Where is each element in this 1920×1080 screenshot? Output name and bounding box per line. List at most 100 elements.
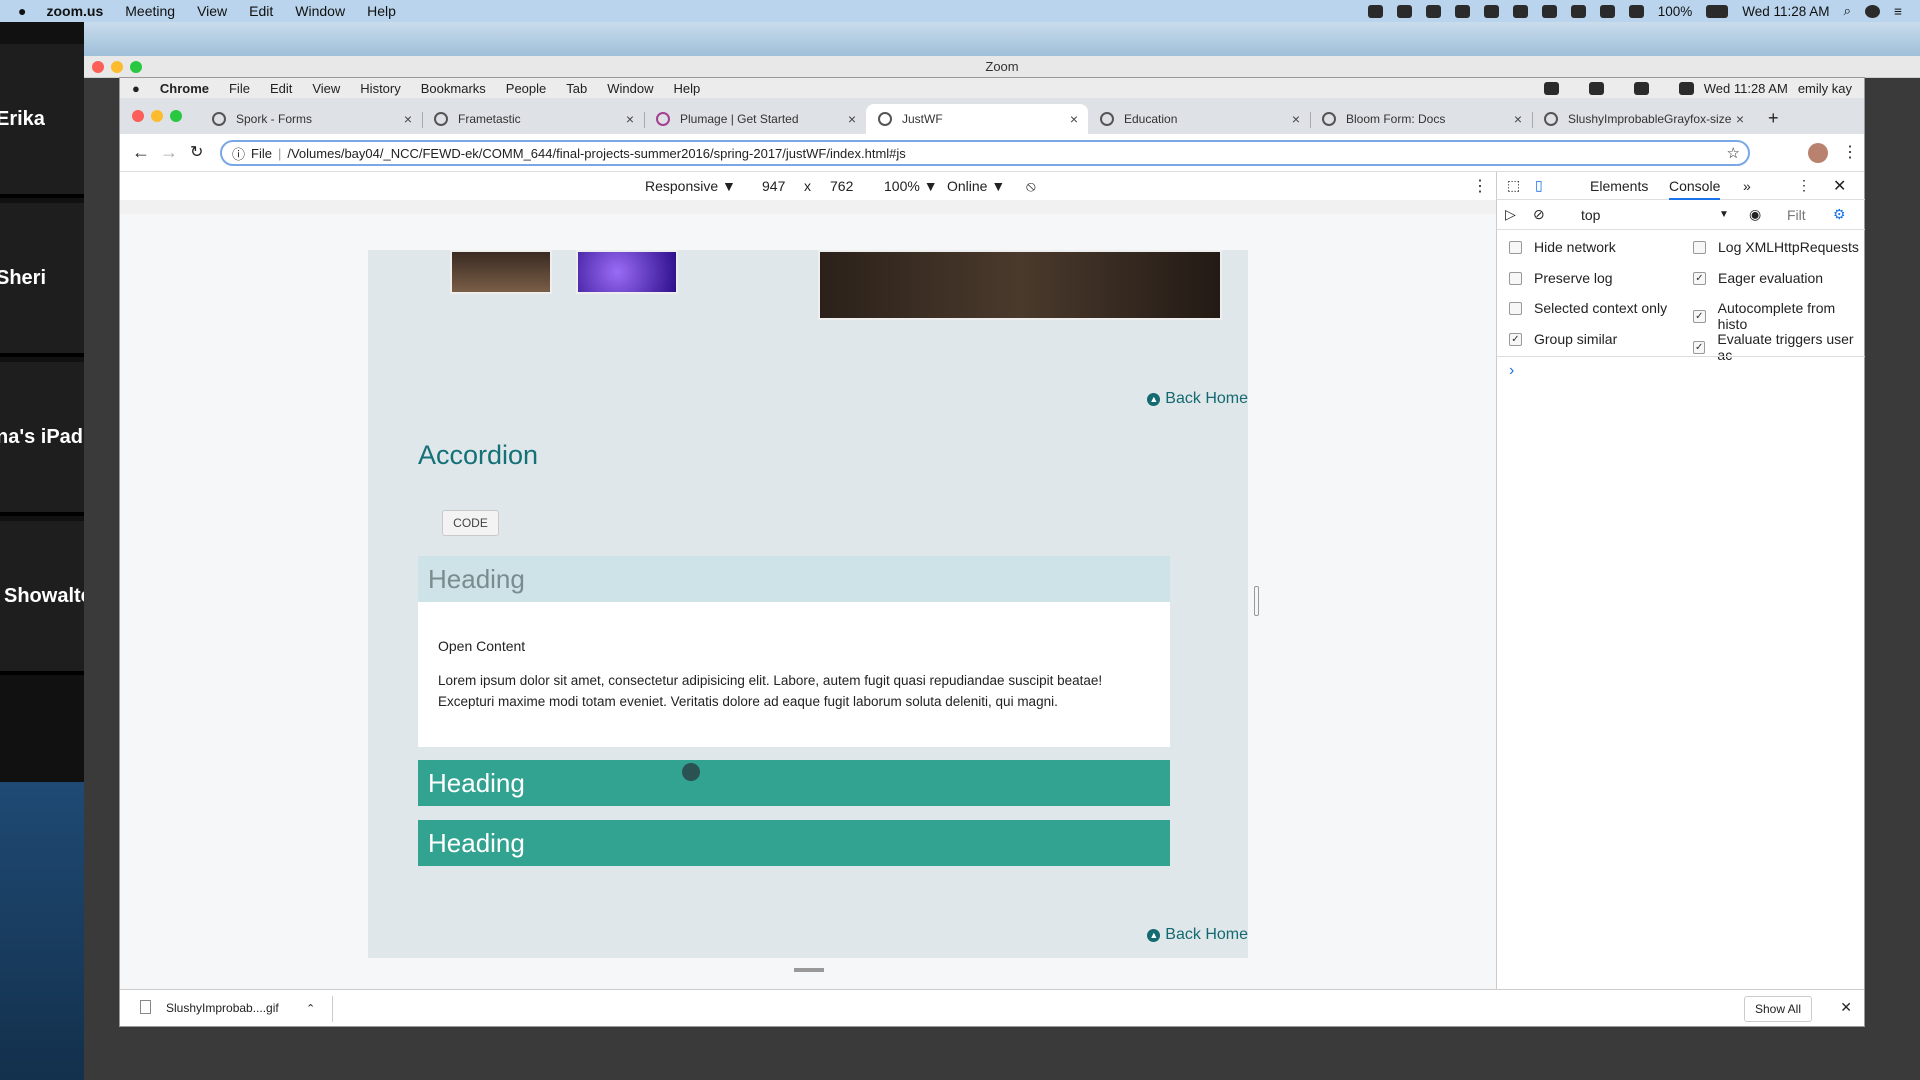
minimize-light-icon[interactable] xyxy=(151,110,163,122)
address-bar[interactable]: ⓘ File | /Volumes/bay04/_NCC/FEWD-ek/COM… xyxy=(220,140,1750,166)
checkbox[interactable] xyxy=(1509,301,1522,315)
option-hide-network[interactable]: Hide network xyxy=(1509,239,1616,255)
tab-elements[interactable]: Elements xyxy=(1590,178,1648,194)
close-devtools-icon[interactable]: ✕ xyxy=(1833,176,1846,196)
console-prompt[interactable]: › xyxy=(1509,362,1514,380)
option-eager-evaluation[interactable]: ✓ Eager evaluation xyxy=(1693,270,1823,286)
apple-icon[interactable]: ● xyxy=(132,81,140,96)
gallery-thumbnail[interactable] xyxy=(576,250,678,294)
creative-cloud-icon[interactable] xyxy=(1588,81,1604,95)
sidebar-toggle-icon[interactable]: ▷ xyxy=(1505,206,1516,223)
gallery-thumbnail[interactable] xyxy=(450,250,552,294)
dropbox-icon[interactable] xyxy=(1543,81,1559,95)
checkbox-checked[interactable]: ✓ xyxy=(1693,309,1706,323)
participant-tile[interactable]: Showalte xyxy=(0,521,92,675)
checkbox[interactable] xyxy=(1693,240,1706,254)
menu-file[interactable]: File xyxy=(229,81,250,96)
option-preserve-log[interactable]: Preserve log xyxy=(1509,270,1613,286)
menu-tab[interactable]: Tab xyxy=(566,81,587,96)
close-tab-icon[interactable]: × xyxy=(1514,111,1522,127)
maximize-light-icon[interactable] xyxy=(170,110,182,122)
bookmark-star-icon[interactable]: ☆ xyxy=(1727,144,1740,162)
siri-icon[interactable] xyxy=(1865,4,1881,18)
menu-view[interactable]: View xyxy=(312,81,340,96)
menu-people[interactable]: People xyxy=(506,81,546,96)
minimize-light-icon[interactable] xyxy=(111,61,123,73)
menu-edit[interactable]: Edit xyxy=(270,81,292,96)
participant-tile[interactable]: Sheri xyxy=(0,203,84,357)
rotate-icon[interactable]: ⦸ xyxy=(1026,178,1036,195)
tab-frametastic[interactable]: Frametastic × xyxy=(422,104,644,134)
clear-console-icon[interactable]: ⊘ xyxy=(1533,206,1545,223)
chrome-menubar-user[interactable]: emily kay xyxy=(1798,81,1852,96)
menu-app-name[interactable]: zoom.us xyxy=(46,3,103,19)
checkbox-checked[interactable]: ✓ xyxy=(1693,340,1706,354)
checkbox-checked[interactable]: ✓ xyxy=(1509,332,1522,346)
network-throttle-select[interactable]: Online ▼ xyxy=(947,178,1005,194)
new-tab-button[interactable]: + xyxy=(1768,108,1779,129)
close-tab-icon[interactable]: × xyxy=(1292,111,1300,127)
more-tabs-icon[interactable]: » xyxy=(1743,178,1751,194)
viewport-height-input[interactable]: 762 xyxy=(830,178,853,194)
viewport-width-input[interactable]: 947 xyxy=(762,178,785,194)
participant-tile[interactable]: na's iPad xyxy=(0,362,84,516)
chevron-up-icon[interactable]: ⌃ xyxy=(306,1002,315,1015)
zoom-select[interactable]: 100% ▼ xyxy=(884,178,938,194)
zoom-status-icon[interactable] xyxy=(1367,4,1383,18)
checkbox[interactable] xyxy=(1509,240,1522,254)
menu-history[interactable]: History xyxy=(360,81,400,96)
option-selected-context[interactable]: Selected context only xyxy=(1509,300,1667,316)
option-evaluate-triggers[interactable]: ✓ Evaluate triggers user ac xyxy=(1693,331,1864,363)
input-source-icon[interactable] xyxy=(1599,4,1615,18)
participant-tile[interactable]: Erika xyxy=(0,44,84,198)
tab-justwf[interactable]: JustWF × xyxy=(866,104,1088,134)
zoom-light-icon[interactable] xyxy=(130,61,142,73)
filter-input[interactable]: Filt xyxy=(1787,207,1806,223)
close-light-icon[interactable] xyxy=(132,110,144,122)
close-light-icon[interactable] xyxy=(92,61,104,73)
info-icon[interactable]: ⓘ xyxy=(232,144,245,163)
battery-icon[interactable] xyxy=(1706,4,1729,18)
accordion-heading[interactable]: Heading xyxy=(418,760,1170,806)
drive-icon[interactable] xyxy=(1454,4,1470,18)
tab-bloom-form[interactable]: Bloom Form: Docs × xyxy=(1310,104,1532,134)
back-home-link[interactable]: ▲ Back Home xyxy=(1147,926,1248,944)
tab-slushy[interactable]: SlushyImprobableGrayfox-size × xyxy=(1532,104,1754,134)
tab-spork-forms[interactable]: Spork - Forms × xyxy=(200,104,422,134)
wifi-icon[interactable] xyxy=(1570,4,1586,18)
reload-icon[interactable]: ↻ xyxy=(190,142,203,162)
close-tab-icon[interactable]: × xyxy=(404,111,412,127)
option-group-similar[interactable]: ✓ Group similar xyxy=(1509,331,1617,347)
context-select[interactable]: top xyxy=(1581,207,1600,223)
back-home-link[interactable]: ▲ Back Home xyxy=(1147,390,1248,408)
volume-icon[interactable] xyxy=(1628,4,1644,18)
menu-edit[interactable]: Edit xyxy=(249,3,273,19)
eye-icon[interactable]: ◉ xyxy=(1749,206,1761,223)
time-machine-icon[interactable] xyxy=(1512,4,1528,18)
devtools-menu-icon[interactable]: ⋮ xyxy=(1797,177,1811,194)
menubar-clock[interactable]: Wed 11:28 AM xyxy=(1742,4,1829,19)
show-all-button[interactable]: Show All xyxy=(1744,996,1812,1022)
accordion-heading-open[interactable]: Heading xyxy=(418,556,1170,602)
menu-window[interactable]: Window xyxy=(295,3,345,19)
responsive-select[interactable]: Responsive ▼ xyxy=(645,178,736,194)
notification-center-icon[interactable]: ≡ xyxy=(1894,4,1902,19)
menu-help[interactable]: Help xyxy=(367,3,396,19)
forward-arrow-icon[interactable]: → xyxy=(160,142,178,163)
airplay-icon[interactable] xyxy=(1483,4,1499,18)
option-log-xhr[interactable]: Log XMLHttpRequests xyxy=(1693,239,1859,255)
viewport-bottom-resize-handle[interactable] xyxy=(794,968,824,972)
device-toggle-icon[interactable]: ▯ xyxy=(1535,177,1543,194)
creative-cloud-icon[interactable] xyxy=(1425,4,1441,18)
close-tab-icon[interactable]: × xyxy=(848,111,856,127)
option-autocomplete[interactable]: ✓ Autocomplete from histo xyxy=(1693,300,1864,332)
profile-avatar[interactable] xyxy=(1808,143,1828,163)
media-query-bar[interactable] xyxy=(120,200,1496,214)
apple-icon[interactable]: ● xyxy=(18,3,26,19)
spotlight-icon[interactable]: ⌕ xyxy=(1844,3,1852,19)
tab-plumage[interactable]: Plumage | Get Started × xyxy=(644,104,866,134)
menu-meeting[interactable]: Meeting xyxy=(125,3,175,19)
menu-view[interactable]: View xyxy=(197,3,227,19)
code-button[interactable]: CODE xyxy=(442,510,499,536)
checkbox-checked[interactable]: ✓ xyxy=(1693,271,1706,285)
